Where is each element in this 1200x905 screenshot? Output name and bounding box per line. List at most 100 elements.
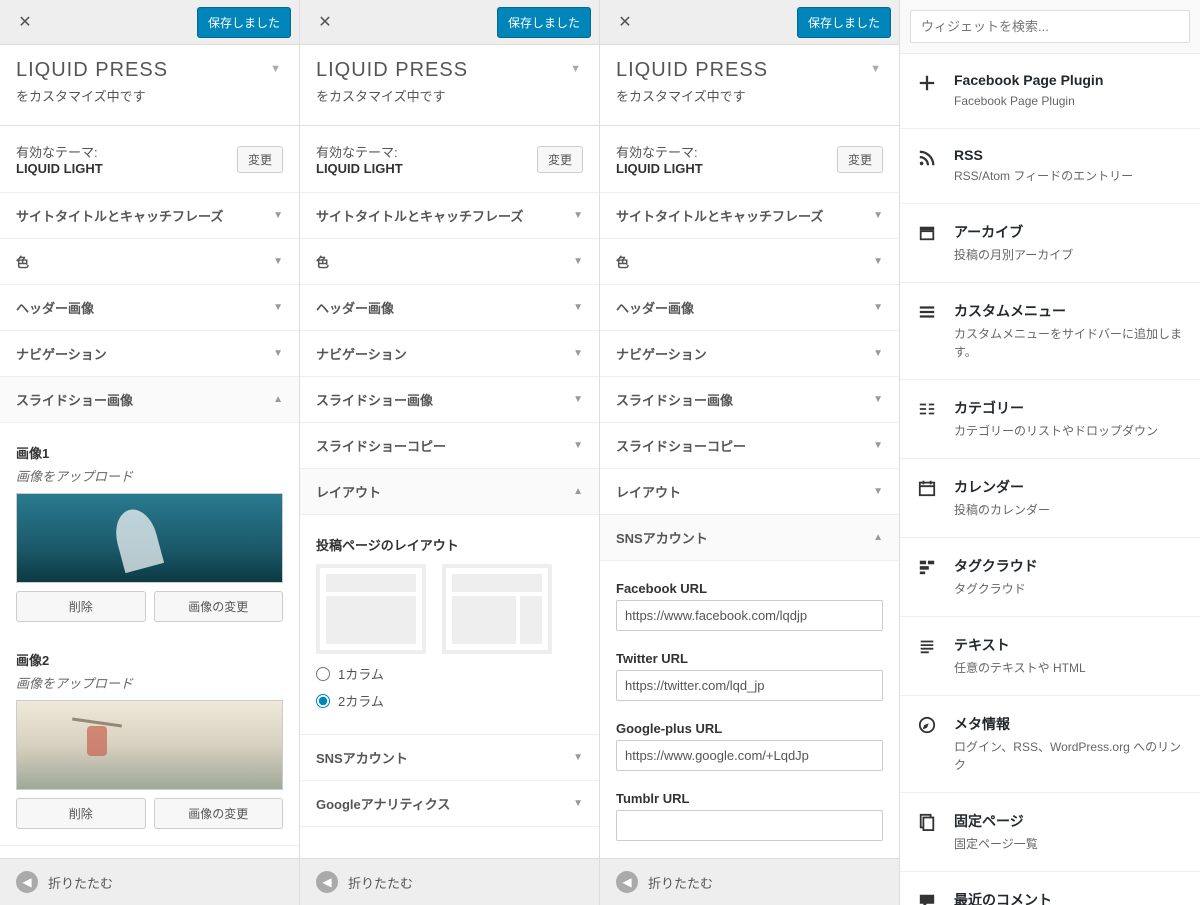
widget-item-rss[interactable]: RSSRSS/Atom フィードのエントリー xyxy=(900,129,1200,204)
title-block: LIQUID PRESS をカスタマイズ中です ▼ xyxy=(300,45,599,126)
tumblr-input[interactable] xyxy=(616,810,883,841)
section-navigation[interactable]: ナビゲーション▼ xyxy=(300,331,599,377)
twitter-input[interactable] xyxy=(616,670,883,701)
widget-title: メタ情報 xyxy=(954,714,1184,734)
radio-2col[interactable]: 2カラム xyxy=(316,691,583,710)
widget-list: Facebook Page PluginFacebook Page Plugin… xyxy=(900,54,1200,905)
section-navigation[interactable]: ナビゲーション▼ xyxy=(600,331,899,377)
section-analytics[interactable]: Googleアナリティクス▼ xyxy=(300,781,599,827)
section-header-image[interactable]: ヘッダー画像▼ xyxy=(600,285,899,331)
layout-heading: 投稿ページのレイアウト xyxy=(316,535,583,554)
layout-option-2col[interactable] xyxy=(442,564,552,654)
section-navigation[interactable]: ナビゲーション▼ xyxy=(0,331,299,377)
title-block: LIQUID PRESS をカスタマイズ中です ▼ xyxy=(0,45,299,126)
section-slideshow-copy[interactable]: スライドショーコピー▼ xyxy=(600,423,899,469)
section-slideshow[interactable]: スライドショー画像▼ xyxy=(600,377,899,423)
image1-label: 画像1 xyxy=(16,443,283,462)
change-theme-button[interactable]: 変更 xyxy=(537,146,583,173)
facebook-input[interactable] xyxy=(616,600,883,631)
calendar-icon xyxy=(916,477,938,519)
section-sns[interactable]: SNSアカウント▲ xyxy=(600,515,899,561)
widget-desc: カスタムメニューをサイドバーに追加します。 xyxy=(954,325,1184,361)
widget-search-input[interactable] xyxy=(910,10,1190,43)
close-icon[interactable]: ✕ xyxy=(308,5,342,39)
topbar: ✕ 保存しました xyxy=(300,0,599,45)
saved-button[interactable]: 保存しました xyxy=(497,7,591,38)
dropdown-icon[interactable]: ▼ xyxy=(870,63,881,75)
section-site-title[interactable]: サイトタイトルとキャッチフレーズ▼ xyxy=(600,193,899,239)
section-sns[interactable]: SNSアカウント▼ xyxy=(300,735,599,781)
layout-option-1col[interactable] xyxy=(316,564,426,654)
theme-name: LIQUID LIGHT xyxy=(316,161,403,176)
saved-button[interactable]: 保存しました xyxy=(797,7,891,38)
widget-item-category[interactable]: カテゴリーカテゴリーのリストやドロップダウン xyxy=(900,380,1200,459)
facebook-label: Facebook URL xyxy=(616,581,883,596)
widget-item-comments[interactable]: 最近のコメント xyxy=(900,872,1200,905)
section-color[interactable]: 色▼ xyxy=(600,239,899,285)
footer: ◀ 折りたたむ xyxy=(300,858,599,905)
section-color[interactable]: 色▼ xyxy=(300,239,599,285)
collapse-label[interactable]: 折りたたむ xyxy=(348,873,413,892)
googleplus-input[interactable] xyxy=(616,740,883,771)
section-header-image[interactable]: ヘッダー画像▼ xyxy=(300,285,599,331)
close-icon[interactable]: ✕ xyxy=(8,5,42,39)
widget-desc: Facebook Page Plugin xyxy=(954,92,1184,110)
widget-item-calendar[interactable]: カレンダー投稿のカレンダー xyxy=(900,459,1200,538)
subtitle: をカスタマイズ中です xyxy=(316,86,583,105)
collapse-label[interactable]: 折りたたむ xyxy=(48,873,113,892)
delete-button[interactable]: 削除 xyxy=(16,798,146,829)
image2-preview[interactable] xyxy=(16,700,283,790)
widget-item-meta[interactable]: メタ情報ログイン、RSS、WordPress.org へのリンク xyxy=(900,696,1200,793)
change-theme-button[interactable]: 変更 xyxy=(837,146,883,173)
section-site-title[interactable]: サイトタイトルとキャッチフレーズ▼ xyxy=(0,193,299,239)
section-header-image[interactable]: ヘッダー画像▼ xyxy=(0,285,299,331)
dropdown-icon[interactable]: ▼ xyxy=(570,63,581,75)
category-icon xyxy=(916,398,938,440)
change-image-button[interactable]: 画像の変更 xyxy=(154,591,284,622)
text-icon xyxy=(916,635,938,677)
chevron-up-icon: ▲ xyxy=(873,532,883,543)
dropdown-icon[interactable]: ▼ xyxy=(270,63,281,75)
layout-content: 投稿ページのレイアウト 1カラム 2カラム xyxy=(300,515,599,735)
section-slideshow-copy[interactable]: スライドショーコピー▼ xyxy=(300,423,599,469)
site-brand: LIQUID PRESS xyxy=(16,59,283,82)
topbar: ✕ 保存しました xyxy=(600,0,899,45)
change-image-button[interactable]: 画像の変更 xyxy=(154,798,284,829)
section-site-title[interactable]: サイトタイトルとキャッチフレーズ▼ xyxy=(300,193,599,239)
widget-title: アーカイブ xyxy=(954,222,1184,242)
change-theme-button[interactable]: 変更 xyxy=(237,146,283,173)
section-slideshow[interactable]: スライドショー画像▼ xyxy=(300,377,599,423)
widget-title: 固定ページ xyxy=(954,811,1184,831)
widget-item-pages[interactable]: 固定ページ固定ページ一覧 xyxy=(900,793,1200,872)
saved-button[interactable]: 保存しました xyxy=(197,7,291,38)
pages-icon xyxy=(916,811,938,853)
widget-title: RSS xyxy=(954,147,1184,163)
section-layout[interactable]: レイアウト▲ xyxy=(300,469,599,515)
close-icon[interactable]: ✕ xyxy=(608,5,642,39)
collapse-icon[interactable]: ◀ xyxy=(616,871,638,893)
chevron-down-icon: ▼ xyxy=(273,348,283,359)
widget-desc: 固定ページ一覧 xyxy=(954,835,1184,853)
widget-item-menu[interactable]: カスタムメニューカスタムメニューをサイドバーに追加します。 xyxy=(900,283,1200,380)
section-layout[interactable]: レイアウト▼ xyxy=(600,469,899,515)
widget-item-tagcloud[interactable]: タグクラウドタグクラウド xyxy=(900,538,1200,617)
collapse-label[interactable]: 折りたたむ xyxy=(648,873,713,892)
slideshow-content: 画像1 画像をアップロード 削除 画像の変更 画像2 画像をアップロード 削除 … xyxy=(0,423,299,846)
chevron-down-icon: ▼ xyxy=(573,348,583,359)
theme-row: 有効なテーマ: LIQUID LIGHT 変更 xyxy=(0,126,299,193)
footer: ◀ 折りたたむ xyxy=(600,858,899,905)
widget-item-text[interactable]: テキスト任意のテキストや HTML xyxy=(900,617,1200,696)
widget-item-plus[interactable]: Facebook Page PluginFacebook Page Plugin xyxy=(900,54,1200,129)
collapse-icon[interactable]: ◀ xyxy=(316,871,338,893)
radio-1col[interactable]: 1カラム xyxy=(316,664,583,683)
delete-button[interactable]: 削除 xyxy=(16,591,146,622)
subtitle: をカスタマイズ中です xyxy=(16,86,283,105)
widget-item-archive[interactable]: アーカイブ投稿の月別アーカイブ xyxy=(900,204,1200,283)
section-slideshow[interactable]: スライドショー画像▲ xyxy=(0,377,299,423)
googleplus-label: Google-plus URL xyxy=(616,721,883,736)
image1-preview[interactable] xyxy=(16,493,283,583)
theme-name: LIQUID LIGHT xyxy=(16,161,103,176)
collapse-icon[interactable]: ◀ xyxy=(16,871,38,893)
chevron-down-icon: ▼ xyxy=(873,440,883,451)
section-color[interactable]: 色▼ xyxy=(0,239,299,285)
